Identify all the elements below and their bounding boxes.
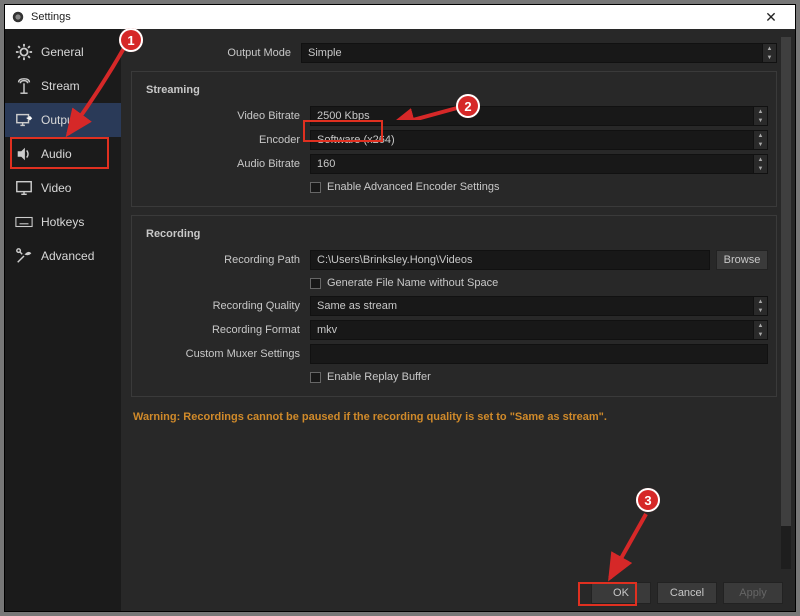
keyboard-icon xyxy=(15,213,33,231)
replay-buffer-checkbox-row[interactable]: Enable Replay Buffer xyxy=(310,368,768,386)
monitor-arrow-icon xyxy=(15,111,33,129)
encoder-select[interactable]: Software (x264) ▲▼ xyxy=(310,130,768,150)
recording-format-label: Recording Format xyxy=(140,324,310,336)
sidebar-item-label: Audio xyxy=(41,147,72,161)
sidebar-item-label: Hotkeys xyxy=(41,215,84,229)
output-mode-row: Output Mode Simple ▲▼ xyxy=(131,43,777,63)
sidebar-item-stream[interactable]: Stream xyxy=(5,69,121,103)
sidebar-item-hotkeys[interactable]: Hotkeys xyxy=(5,205,121,239)
sidebar-item-label: Advanced xyxy=(41,249,94,263)
app-icon xyxy=(11,10,25,24)
checkbox-icon xyxy=(310,372,321,383)
recording-format-select[interactable]: mkv ▲▼ xyxy=(310,320,768,340)
tools-icon xyxy=(15,247,33,265)
audio-bitrate-label: Audio Bitrate xyxy=(140,158,310,170)
cancel-button[interactable]: Cancel xyxy=(657,582,717,604)
recording-path-input[interactable]: C:\Users\Brinksley.Hong\Videos xyxy=(310,250,710,270)
settings-sidebar: General Stream Output Audio Video Hotkey… xyxy=(5,29,121,611)
video-bitrate-label: Video Bitrate xyxy=(140,110,310,122)
sidebar-item-label: Video xyxy=(41,181,71,195)
encoder-label: Encoder xyxy=(140,134,310,146)
checkbox-icon xyxy=(310,182,321,193)
recording-title: Recording xyxy=(142,228,204,240)
sidebar-item-label: Stream xyxy=(41,79,80,93)
replay-buffer-checkbox-label: Enable Replay Buffer xyxy=(327,371,431,383)
output-panel: Output Mode Simple ▲▼ Streaming Video Bi… xyxy=(121,29,795,611)
sidebar-item-label: General xyxy=(41,45,84,59)
monitor-icon xyxy=(15,179,33,197)
sidebar-item-video[interactable]: Video xyxy=(5,171,121,205)
video-bitrate-input[interactable]: 2500 Kbps ▲▼ xyxy=(310,106,768,126)
recording-quality-select[interactable]: Same as stream ▲▼ xyxy=(310,296,768,316)
ok-button[interactable]: OK xyxy=(591,582,651,604)
settings-main: Output Mode Simple ▲▼ Streaming Video Bi… xyxy=(121,29,795,611)
checkbox-icon xyxy=(310,278,321,289)
sidebar-item-advanced[interactable]: Advanced xyxy=(5,239,121,273)
warning-text: Warning: Recordings cannot be paused if … xyxy=(131,405,777,429)
dialog-footer: OK Cancel Apply xyxy=(121,575,795,611)
annotation-marker-3: 3 xyxy=(636,488,660,512)
settings-window: Settings ✕ General Stream Output Audio xyxy=(4,4,796,612)
recording-quality-label: Recording Quality xyxy=(140,300,310,312)
streaming-section: Streaming Video Bitrate 2500 Kbps ▲▼ Enc… xyxy=(131,71,777,207)
close-button[interactable]: ✕ xyxy=(753,9,789,26)
sidebar-item-label: Output xyxy=(41,113,77,127)
muxer-label: Custom Muxer Settings xyxy=(140,348,310,360)
gear-icon xyxy=(15,43,33,61)
antenna-icon xyxy=(15,77,33,95)
sidebar-item-audio[interactable]: Audio xyxy=(5,137,121,171)
titlebar: Settings ✕ xyxy=(5,5,795,29)
apply-button[interactable]: Apply xyxy=(723,582,783,604)
output-mode-label: Output Mode xyxy=(131,47,301,59)
sidebar-item-output[interactable]: Output xyxy=(5,103,121,137)
sidebar-item-general[interactable]: General xyxy=(5,35,121,69)
recording-path-label: Recording Path xyxy=(140,254,310,266)
gen-filename-checkbox-label: Generate File Name without Space xyxy=(327,277,498,289)
annotation-marker-1: 1 xyxy=(119,28,143,52)
recording-section: Recording Recording Path C:\Users\Brinks… xyxy=(131,215,777,397)
scrollbar[interactable] xyxy=(781,37,791,569)
output-mode-select[interactable]: Simple ▲▼ xyxy=(301,43,777,63)
browse-button[interactable]: Browse xyxy=(716,250,768,270)
gen-filename-checkbox-row[interactable]: Generate File Name without Space xyxy=(310,274,768,292)
advanced-encoder-checkbox-label: Enable Advanced Encoder Settings xyxy=(327,181,499,193)
scrollbar-thumb[interactable] xyxy=(781,37,791,526)
streaming-title: Streaming xyxy=(142,84,204,96)
speaker-icon xyxy=(15,145,33,163)
window-title: Settings xyxy=(31,11,753,23)
audio-bitrate-select[interactable]: 160 ▲▼ xyxy=(310,154,768,174)
advanced-encoder-checkbox-row[interactable]: Enable Advanced Encoder Settings xyxy=(310,178,768,196)
annotation-marker-2: 2 xyxy=(456,94,480,118)
muxer-input[interactable] xyxy=(310,344,768,364)
